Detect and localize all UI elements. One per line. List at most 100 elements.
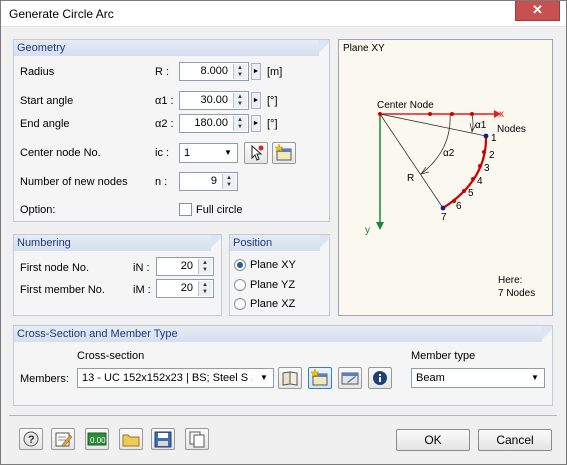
new-node-button[interactable] bbox=[272, 142, 296, 164]
option-label: Option: bbox=[20, 204, 56, 216]
section-library-button[interactable] bbox=[278, 367, 302, 389]
geometry-header-tab bbox=[319, 40, 329, 56]
members-label: Members: bbox=[20, 373, 69, 385]
full-circle-label[interactable]: Full circle bbox=[196, 204, 242, 216]
alpha1-label: α1 bbox=[475, 120, 487, 131]
open-button[interactable] bbox=[119, 428, 143, 450]
start-angle-spinner[interactable]: ▲ ▼ bbox=[233, 93, 247, 108]
axis-marker-1 bbox=[428, 112, 432, 116]
plane-yz-label[interactable]: Plane YZ bbox=[250, 279, 295, 291]
radio-plane-xy[interactable] bbox=[234, 259, 246, 271]
title-bar: Generate Circle Arc ✕ bbox=[1, 1, 566, 27]
plane-label: Plane XY bbox=[343, 43, 385, 54]
geometry-header-label: Geometry bbox=[17, 42, 66, 54]
here-count: 7 Nodes bbox=[498, 288, 535, 299]
radius-spinner[interactable]: ▲ ▼ bbox=[233, 64, 247, 79]
radius-symbol: R : bbox=[155, 66, 170, 78]
arc-node-2 bbox=[482, 150, 486, 154]
plane-xz-label[interactable]: Plane XZ bbox=[250, 298, 295, 310]
ok-button[interactable]: OK bbox=[396, 429, 470, 451]
node-number-7: 7 bbox=[441, 212, 447, 223]
end-angle-spinner[interactable]: ▲ ▼ bbox=[233, 116, 247, 131]
close-button[interactable]: ✕ bbox=[515, 1, 560, 21]
new-nodes-label: Number of new nodes bbox=[20, 176, 128, 188]
start-angle-input[interactable]: 30.00 ▲ ▼ bbox=[179, 91, 249, 110]
arc-node-5 bbox=[462, 189, 466, 193]
radio-plane-xz[interactable] bbox=[234, 298, 246, 310]
chevron-down-icon[interactable]: ▼ bbox=[257, 371, 271, 385]
y-axis-label: y bbox=[365, 225, 370, 236]
end-angle-symbol: α2 : bbox=[155, 118, 174, 130]
radius-pick-arrow[interactable]: ► bbox=[251, 63, 261, 80]
node-number-2: 2 bbox=[489, 150, 495, 161]
chevron-down-icon[interactable]: ▼ bbox=[221, 146, 235, 160]
start-angle-value: 30.00 bbox=[200, 94, 228, 106]
ok-label: OK bbox=[424, 433, 442, 447]
radius-label: Radius bbox=[20, 66, 55, 78]
copy-icon bbox=[189, 431, 205, 448]
cross-section-header-tab bbox=[542, 326, 552, 342]
axis-marker-3 bbox=[470, 112, 474, 116]
first-member-input[interactable]: 20 ▲ ▼ bbox=[156, 279, 214, 298]
cancel-label: Cancel bbox=[496, 433, 534, 447]
radius-input[interactable]: 8.000 ▲ ▼ bbox=[179, 62, 249, 81]
arc-node-7 bbox=[440, 205, 446, 211]
member-type-value: Beam bbox=[416, 372, 445, 384]
center-node-select[interactable]: 1 ▼ bbox=[179, 143, 238, 163]
edit-button[interactable] bbox=[51, 428, 75, 450]
start-angle-pick-arrow[interactable]: ► bbox=[251, 92, 261, 109]
first-member-symbol: iM : bbox=[133, 284, 151, 296]
position-header: Position bbox=[230, 235, 320, 251]
edit-section-button[interactable] bbox=[338, 367, 362, 389]
cancel-button[interactable]: Cancel bbox=[478, 429, 552, 451]
arc-curve bbox=[442, 135, 488, 209]
axis-marker-2 bbox=[450, 112, 454, 116]
cross-section-group: Cross-Section and Member Type Cross-sect… bbox=[13, 325, 553, 406]
node-number-3: 3 bbox=[484, 163, 490, 174]
cross-section-select[interactable]: 13 - UC 152x152x23 | BS; Steel S 23 ▼ bbox=[77, 368, 274, 388]
cross-section-header: Cross-Section and Member Type bbox=[14, 326, 542, 342]
units-icon: 0.00 bbox=[87, 432, 107, 446]
node-number-6: 6 bbox=[456, 201, 462, 212]
arc-node-4 bbox=[471, 177, 475, 181]
book-icon bbox=[282, 371, 298, 386]
first-node-spinner[interactable]: ▲ ▼ bbox=[198, 259, 212, 274]
plane-xy-label[interactable]: Plane XY bbox=[250, 259, 296, 271]
first-member-spinner[interactable]: ▲ ▼ bbox=[198, 281, 212, 296]
new-nodes-input[interactable]: 9 ▲ ▼ bbox=[179, 172, 238, 191]
radius-text: R bbox=[407, 173, 414, 184]
member-type-select[interactable]: Beam ▼ bbox=[411, 368, 545, 388]
first-node-label: First node No. bbox=[20, 262, 90, 274]
radius-value: 8.000 bbox=[200, 65, 228, 77]
help-button[interactable]: ? bbox=[19, 428, 43, 450]
new-nodes-spinner[interactable]: ▲ ▼ bbox=[222, 174, 236, 189]
full-circle-checkbox[interactable] bbox=[179, 203, 192, 216]
footer-separator bbox=[9, 415, 557, 416]
copy-button[interactable] bbox=[185, 428, 209, 450]
center-node-text: Center Node bbox=[377, 100, 434, 111]
preview-panel: Plane XY Center Node x y α1 α2 R Nodes 1… bbox=[338, 39, 553, 316]
first-node-input[interactable]: 20 ▲ ▼ bbox=[156, 257, 214, 276]
chevron-down-icon[interactable]: ▼ bbox=[528, 371, 542, 385]
new-node-icon bbox=[274, 143, 292, 161]
svg-text:?: ? bbox=[28, 434, 35, 446]
units-button[interactable]: 0.00 bbox=[85, 428, 109, 450]
edit-icon bbox=[55, 432, 73, 448]
new-section-button[interactable] bbox=[308, 367, 332, 389]
end-angle-input[interactable]: 180.00 ▲ ▼ bbox=[179, 114, 249, 133]
radio-plane-yz[interactable] bbox=[234, 279, 246, 291]
cross-section-header-label: Cross-Section and Member Type bbox=[17, 328, 178, 340]
pick-node-button[interactable] bbox=[244, 142, 268, 164]
center-node-label: Center node No. bbox=[20, 147, 101, 159]
position-group: Position Plane XY Plane YZ Plane XZ bbox=[229, 234, 330, 316]
nodes-label: Nodes bbox=[497, 124, 526, 135]
save-button[interactable] bbox=[151, 428, 175, 450]
radius-unit: [m] bbox=[267, 66, 283, 78]
section-info-button[interactable] bbox=[368, 367, 392, 389]
cross-section-label: Cross-section bbox=[77, 350, 145, 362]
arc-node-3 bbox=[478, 164, 482, 168]
alpha1-arc bbox=[471, 113, 474, 133]
end-angle-pick-arrow[interactable]: ► bbox=[251, 115, 261, 132]
start-angle-label: Start angle bbox=[20, 95, 74, 107]
x-axis-label: x bbox=[499, 109, 504, 120]
